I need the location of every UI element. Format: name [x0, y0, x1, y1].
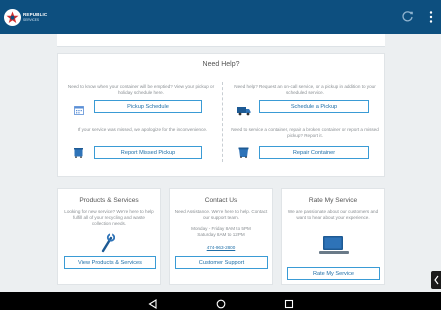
- need-help-title: Need Help?: [202, 61, 240, 68]
- overflow-menu-icon[interactable]: [427, 10, 435, 24]
- repair-container-desc: Need to service a container, repair a br…: [231, 127, 379, 138]
- rate-my-service-card: Rate My Service We are passionate about …: [281, 188, 385, 285]
- contact-hours-saturday: Saturday 8AM to 12PM: [197, 232, 245, 237]
- products-desc: Looking for new service? We're here to h…: [64, 209, 154, 226]
- logo-star-icon: [4, 9, 21, 26]
- tablet-icon: [319, 236, 349, 261]
- brand-name: REPUBLIC: [23, 12, 48, 18]
- contact-phone-link[interactable]: 474-963-2800: [170, 245, 272, 251]
- system-nav-bar: [0, 292, 441, 310]
- side-tab-handle[interactable]: [431, 271, 441, 289]
- divider: [222, 82, 223, 162]
- products-title: Products & Services: [79, 197, 139, 204]
- contact-us-card: Contact Us Need Assistance. We're here t…: [169, 188, 273, 285]
- customer-support-button[interactable]: Customer Support: [175, 256, 268, 269]
- pickup-schedule-desc: Need to know when your container will be…: [67, 84, 215, 95]
- need-help-card: Need Help? Need to know when your contai…: [57, 53, 385, 177]
- rate-my-service-button[interactable]: Rate My Service: [287, 267, 380, 280]
- contact-desc: Need Assistance. We're here to help. Con…: [174, 209, 268, 220]
- recents-icon[interactable]: [284, 296, 294, 310]
- products-services-card: Products & Services Looking for new serv…: [57, 188, 161, 285]
- schedule-pickup-button[interactable]: Schedule a Pickup: [259, 100, 369, 113]
- pickup-schedule-button[interactable]: Pickup Schedule: [94, 100, 202, 113]
- account-card: [57, 34, 385, 47]
- report-missed-pickup-button[interactable]: Report Missed Pickup: [94, 146, 202, 159]
- truck-icon: [237, 103, 251, 121]
- missed-pickup-desc: If your service was missed, we apologize…: [77, 127, 208, 132]
- contact-title: Contact Us: [204, 197, 238, 204]
- back-icon[interactable]: [148, 296, 158, 310]
- container-icon: [238, 145, 249, 163]
- schedule-pickup-desc: Need help? Request an on-call service, o…: [234, 84, 376, 95]
- app-bar: REPUBLIC SERVICES: [0, 0, 441, 34]
- view-products-services-button[interactable]: View Products & Services: [64, 256, 156, 269]
- home-icon[interactable]: [216, 296, 226, 310]
- cart-icon: [73, 145, 84, 163]
- rate-title: Rate My Service: [308, 197, 358, 204]
- refresh-icon[interactable]: [401, 10, 414, 23]
- calendar-icon: [74, 102, 84, 120]
- brand-subtitle: SERVICES: [23, 17, 40, 22]
- wrench-icon: [99, 233, 116, 258]
- republic-logo[interactable]: REPUBLIC SERVICES: [4, 9, 47, 26]
- repair-container-button[interactable]: Repair Container: [259, 146, 369, 159]
- rate-desc: We are passionate about our customers an…: [287, 209, 379, 220]
